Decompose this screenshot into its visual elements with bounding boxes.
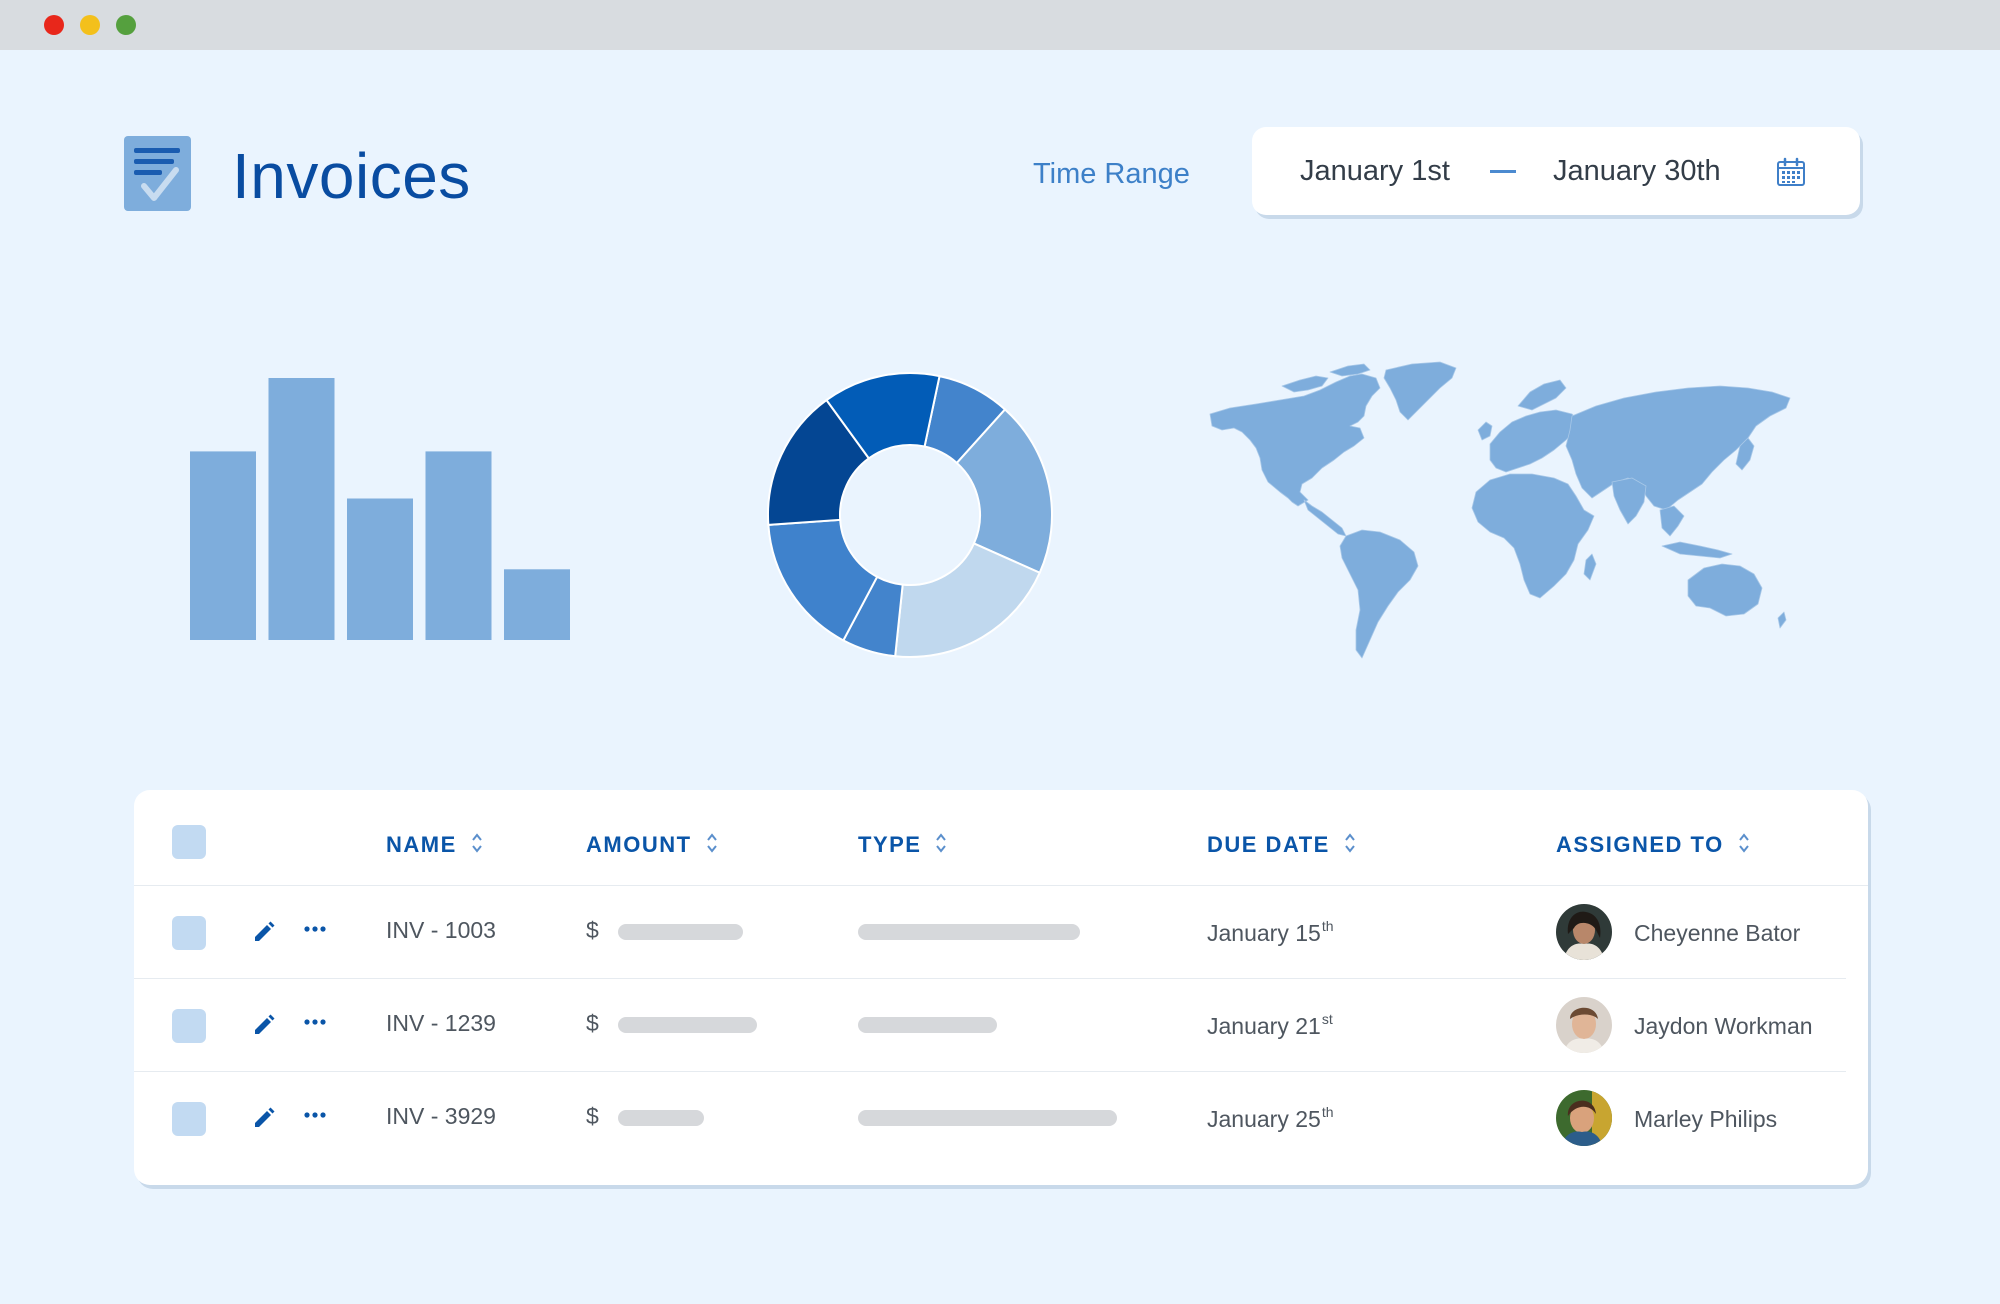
- column-label-assigned-to: ASSIGNED TO: [1556, 832, 1724, 857]
- map-australia: [1687, 563, 1763, 617]
- column-label-amount: AMOUNT: [586, 832, 692, 857]
- currency-symbol: $: [586, 917, 599, 943]
- column-header-name[interactable]: NAME: [386, 832, 483, 858]
- bar-chart: [190, 378, 570, 640]
- map-india: [1611, 477, 1647, 525]
- world-map: [1209, 361, 1791, 659]
- end-date-field[interactable]: January 30th: [1553, 154, 1721, 188]
- pencil-icon[interactable]: [252, 920, 276, 944]
- pencil-icon[interactable]: [252, 1013, 276, 1037]
- row-checkbox[interactable]: [172, 1009, 206, 1043]
- currency-symbol: $: [586, 1103, 599, 1129]
- time-range-label: Time Range: [1033, 158, 1190, 190]
- sort-icon[interactable]: [935, 832, 947, 854]
- column-label-type: TYPE: [858, 832, 922, 857]
- more-options-icon[interactable]: [304, 1112, 326, 1118]
- more-options-icon[interactable]: [304, 926, 326, 932]
- amount-placeholder: [618, 924, 743, 940]
- avatar: [1556, 997, 1612, 1053]
- row-checkbox[interactable]: [172, 1102, 206, 1136]
- start-date-field[interactable]: January 1st: [1300, 154, 1450, 188]
- currency-symbol: $: [586, 1010, 599, 1036]
- assignee-name: Marley Philips: [1634, 1106, 1778, 1132]
- map-asia: [1565, 385, 1791, 511]
- bar: [504, 569, 570, 640]
- type-placeholder: [858, 1110, 1117, 1126]
- donut-chart: [767, 372, 1053, 658]
- due-date-text: January 25: [1207, 1106, 1321, 1132]
- due-date: January 15th: [1207, 919, 1334, 947]
- page-title: Invoices: [232, 140, 471, 212]
- due-date: January 21st: [1207, 1012, 1333, 1040]
- column-header-due-date[interactable]: DUE DATE: [1207, 832, 1356, 858]
- avatar: [1556, 1090, 1612, 1146]
- map-southeast-asia: [1659, 505, 1685, 537]
- sort-icon[interactable]: [1738, 832, 1750, 854]
- bar: [268, 378, 335, 640]
- column-label-due-date: DUE DATE: [1207, 832, 1330, 857]
- map-indonesia: [1661, 541, 1733, 559]
- amount-placeholder: [618, 1017, 757, 1033]
- invoice-name: INV - 1003: [386, 917, 496, 943]
- window-titlebar: [0, 0, 2000, 50]
- invoice-name: INV - 1239: [386, 1010, 496, 1036]
- avatar: [1556, 904, 1612, 960]
- close-window-button[interactable]: [44, 15, 64, 35]
- date-separator: [1490, 170, 1516, 173]
- table-row[interactable]: INV - 1003 $ January 15th Cheyenne Bator: [134, 886, 1868, 979]
- map-europe: [1489, 409, 1581, 473]
- type-placeholder: [858, 924, 1080, 940]
- column-label-name: NAME: [386, 832, 457, 857]
- due-date-text: January 15: [1207, 920, 1321, 946]
- map-new-zealand: [1777, 611, 1787, 629]
- sort-icon[interactable]: [706, 832, 718, 854]
- sort-icon[interactable]: [1344, 832, 1356, 854]
- map-central-america: [1303, 499, 1347, 537]
- due-date-suffix: st: [1321, 1011, 1333, 1027]
- map-africa: [1471, 473, 1595, 599]
- due-date-suffix: th: [1321, 918, 1334, 934]
- column-header-type[interactable]: TYPE: [858, 832, 947, 858]
- checklist-document-icon: [124, 136, 191, 211]
- due-date: January 25th: [1207, 1105, 1334, 1133]
- map-scandinavia: [1517, 379, 1567, 411]
- assignee-name: Cheyenne Bator: [1634, 920, 1801, 946]
- assignee-name: Jaydon Workman: [1634, 1013, 1813, 1039]
- more-options-icon[interactable]: [304, 1019, 326, 1025]
- calendar-icon[interactable]: [1776, 157, 1806, 187]
- table-row[interactable]: INV - 1239 $ January 21st Jaydon Workman: [134, 979, 1868, 1072]
- row-checkbox[interactable]: [172, 916, 206, 950]
- column-header-assigned-to[interactable]: ASSIGNED TO: [1556, 832, 1750, 858]
- select-all-checkbox[interactable]: [172, 825, 206, 859]
- map-greenland: [1383, 361, 1457, 421]
- bar: [347, 498, 413, 640]
- bar: [425, 451, 492, 640]
- pencil-icon[interactable]: [252, 1106, 276, 1130]
- amount-placeholder: [618, 1110, 704, 1126]
- sort-icon[interactable]: [471, 832, 483, 854]
- table-row[interactable]: INV - 3929 $ January 25th Marley Philips: [134, 1072, 1868, 1165]
- maximize-window-button[interactable]: [116, 15, 136, 35]
- due-date-suffix: th: [1321, 1104, 1334, 1120]
- date-range-picker[interactable]: January 1st January 30th: [1252, 127, 1860, 215]
- map-north-america: [1209, 373, 1381, 507]
- invoice-name: INV - 3929: [386, 1103, 496, 1129]
- column-header-amount[interactable]: AMOUNT: [586, 832, 718, 858]
- map-uk: [1477, 421, 1493, 441]
- invoices-table: NAME AMOUNT TYPE DUE DATE ASSIGNED TO IN…: [134, 790, 1868, 1185]
- map-south-america: [1339, 529, 1419, 659]
- type-placeholder: [858, 1017, 997, 1033]
- bar: [190, 451, 256, 640]
- minimize-window-button[interactable]: [80, 15, 100, 35]
- table-header-row: NAME AMOUNT TYPE DUE DATE ASSIGNED TO: [134, 790, 1868, 886]
- due-date-text: January 21: [1207, 1013, 1321, 1039]
- map-madagascar: [1583, 553, 1597, 581]
